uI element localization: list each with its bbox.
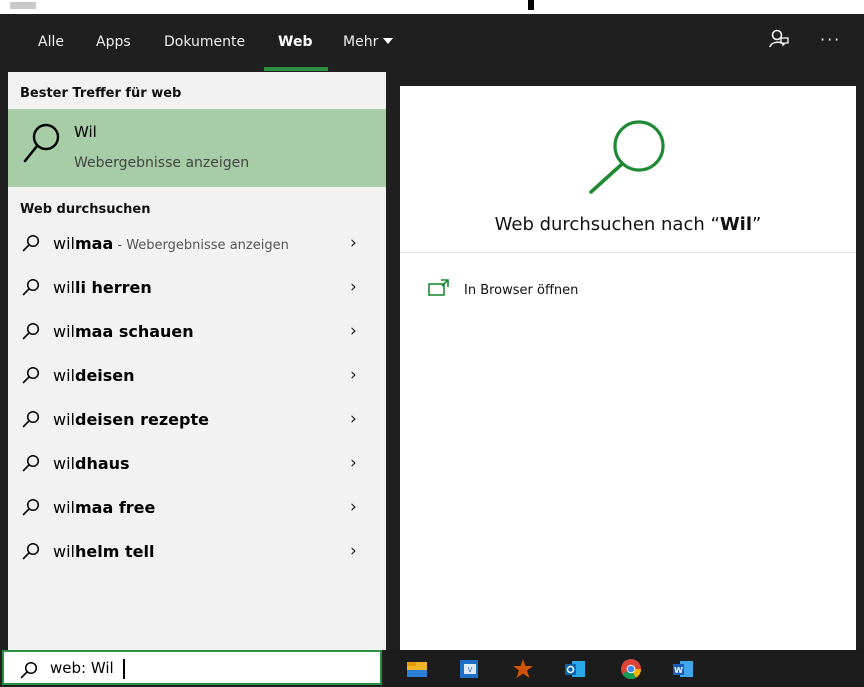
suggestion-prefix: wil	[53, 366, 75, 385]
suggestion-hint: - Webergebnisse anzeigen	[113, 238, 289, 253]
suggestion-completion: deisen	[74, 366, 135, 385]
word-icon[interactable]: W	[672, 658, 694, 680]
suggestion-prefix: wil	[53, 234, 75, 253]
outlook-icon[interactable]	[564, 658, 586, 680]
tab-apps[interactable]: Apps	[96, 14, 131, 72]
search-icon	[22, 278, 40, 296]
suggestion-item[interactable]: wilmaa free ›	[8, 486, 386, 530]
preview-heading: Web durchsuchen nach “Wil”	[400, 214, 856, 235]
search-input[interactable]	[50, 656, 370, 680]
web-search-heading: Web durchsuchen	[20, 202, 151, 217]
suggestion-prefix: wil	[53, 454, 75, 473]
svg-text:W: W	[674, 666, 683, 675]
chevron-right-icon[interactable]: ›	[350, 409, 357, 429]
open-in-browser-button[interactable]: In Browser öffnen	[428, 279, 578, 303]
search-large-icon	[23, 123, 60, 163]
caret-down-icon	[383, 38, 394, 44]
vmware-icon[interactable]: V	[458, 658, 480, 680]
search-icon	[22, 322, 40, 340]
suggestion-item[interactable]: willi herren ›	[8, 266, 386, 310]
suggestion-text: wildeisen rezepte	[53, 410, 209, 429]
suggestion-completion: dhaus	[74, 454, 130, 473]
suggestion-completion: helm tell	[74, 542, 155, 561]
best-match-subtitle: Webergebnisse anzeigen	[74, 155, 250, 171]
suggestion-completion: maa free	[74, 498, 156, 517]
suggestion-item[interactable]: wildeisen ›	[8, 354, 386, 398]
open-in-browser-label: In Browser öffnen	[464, 283, 579, 298]
suggestion-text: wilmaa free	[53, 498, 155, 517]
background-window-strip	[0, 0, 864, 14]
star-app-icon[interactable]	[512, 658, 534, 680]
background-window-glyph	[528, 0, 534, 10]
suggestion-item[interactable]: wildeisen rezepte ›	[8, 398, 386, 442]
taskbar: V W	[384, 650, 864, 687]
suggestion-item[interactable]: wilhelm tell ›	[8, 530, 386, 574]
suggestion-prefix: wil	[53, 542, 75, 561]
suggestion-prefix: wil	[53, 410, 75, 429]
search-tab-bar: Alle Apps Dokumente Web Mehr ···	[0, 14, 864, 72]
search-box[interactable]	[2, 650, 382, 685]
preview-heading-suffix: ”	[752, 214, 762, 235]
search-icon	[22, 234, 40, 252]
chrome-icon[interactable]	[620, 658, 642, 680]
best-match-heading: Bester Treffer für web	[20, 86, 182, 101]
suggestion-completion: maa	[74, 234, 114, 253]
chevron-right-icon[interactable]: ›	[350, 453, 357, 473]
chevron-right-icon[interactable]: ›	[350, 541, 357, 561]
results-panel: Bester Treffer für web Wil Webergebnisse…	[8, 72, 386, 650]
text-cursor	[123, 659, 125, 679]
chevron-right-icon[interactable]: ›	[350, 365, 357, 385]
feedback-icon[interactable]	[768, 28, 790, 50]
tab-mehr-label: Mehr	[343, 34, 379, 50]
suggestion-item[interactable]: wilmaa schauen ›	[8, 310, 386, 354]
svg-text:V: V	[468, 666, 473, 674]
search-icon	[20, 661, 38, 679]
preview-divider	[400, 252, 856, 253]
more-options-icon[interactable]: ···	[820, 30, 841, 49]
chevron-right-icon[interactable]: ›	[350, 277, 357, 297]
suggestion-completion: deisen rezepte	[74, 410, 209, 429]
web-search-icon	[589, 120, 665, 194]
open-external-icon	[428, 279, 449, 296]
suggestion-text: wilhelm tell	[53, 542, 154, 561]
search-icon	[22, 454, 40, 472]
chevron-right-icon[interactable]: ›	[350, 497, 357, 517]
suggestion-text: wildhaus	[53, 454, 130, 473]
tab-dokumente[interactable]: Dokumente	[164, 14, 245, 72]
suggestion-text: wildeisen	[53, 366, 135, 385]
suggestion-prefix: wil	[53, 278, 75, 297]
suggestion-text: wilmaa - Webergebnisse anzeigen	[53, 234, 289, 253]
suggestion-completion: maa schauen	[74, 322, 194, 341]
suggestion-text: willi herren	[53, 278, 152, 297]
best-match-title: Wil	[74, 123, 97, 141]
tab-alle[interactable]: Alle	[38, 14, 64, 72]
tab-web[interactable]: Web	[263, 14, 330, 72]
best-match-item[interactable]: Wil Webergebnisse anzeigen	[8, 109, 386, 187]
preview-heading-prefix: Web durchsuchen nach “	[494, 214, 720, 235]
preview-panel: Web durchsuchen nach “Wil” In Browser öf…	[400, 86, 856, 650]
file-explorer-icon[interactable]	[406, 658, 428, 680]
search-icon	[22, 542, 40, 560]
suggestion-prefix: wil	[53, 498, 75, 517]
suggestion-item[interactable]: wilmaa - Webergebnisse anzeigen ›	[8, 222, 386, 266]
suggestion-completion: li herren	[74, 278, 152, 297]
chevron-right-icon[interactable]: ›	[350, 233, 357, 253]
preview-heading-term: Wil	[719, 214, 753, 235]
search-icon	[22, 498, 40, 516]
suggestion-text: wilmaa schauen	[53, 322, 194, 341]
chevron-right-icon[interactable]: ›	[350, 321, 357, 341]
search-icon	[22, 410, 40, 428]
search-icon	[22, 366, 40, 384]
suggestion-item[interactable]: wildhaus ›	[8, 442, 386, 486]
background-window-fragment	[10, 2, 36, 9]
suggestion-prefix: wil	[53, 322, 75, 341]
tab-mehr[interactable]: Mehr	[343, 14, 394, 72]
